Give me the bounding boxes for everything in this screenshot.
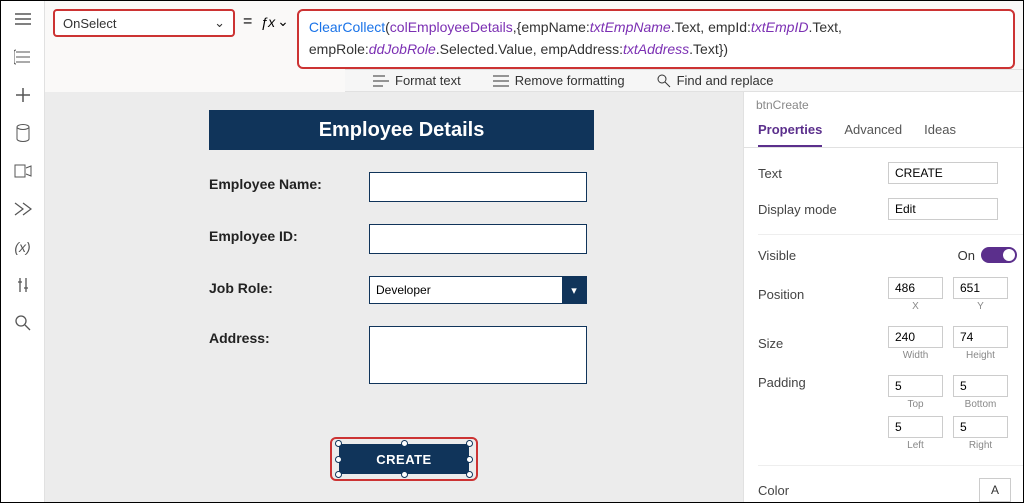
chevron-down-icon: ⌄ — [214, 15, 225, 31]
prop-display-mode: Display mode — [758, 198, 1023, 220]
formula-bar-row: OnSelect ⌄ = ƒx⌄ ClearCollect(colEmploye… — [45, 1, 1023, 69]
padding-left-input[interactable] — [888, 416, 943, 438]
power-automate-icon[interactable] — [13, 199, 33, 219]
formula-collection: colEmployeeDetails — [390, 19, 513, 35]
tools-icon[interactable] — [13, 275, 33, 295]
remove-formatting-button[interactable]: Remove formatting — [493, 73, 625, 88]
formula-input[interactable]: ClearCollect(colEmployeeDetails,{empName… — [297, 9, 1015, 69]
chevron-down-icon: ▾ — [562, 277, 586, 303]
padding-bottom-input[interactable] — [953, 375, 1008, 397]
prop-padding: Padding Top Bottom Left Right — [758, 375, 1023, 451]
visible-toggle[interactable] — [981, 247, 1017, 263]
tree-view-icon[interactable] — [13, 47, 33, 67]
row-id: Employee ID: — [209, 224, 604, 254]
resize-handle[interactable] — [466, 471, 473, 478]
color-picker[interactable]: A — [979, 478, 1011, 502]
tab-properties[interactable]: Properties — [758, 122, 822, 147]
select-job-role-value: Developer — [376, 283, 431, 297]
insert-icon[interactable] — [13, 85, 33, 105]
position-y-input[interactable] — [953, 277, 1008, 299]
equals-sign: = — [243, 9, 252, 31]
prop-size: Size Width Height — [758, 326, 1023, 361]
input-employee-id[interactable] — [369, 224, 587, 254]
prop-visible: Visible On — [758, 234, 1023, 263]
data-icon[interactable] — [13, 123, 33, 143]
label-role: Job Role: — [209, 276, 369, 296]
row-name: Employee Name: — [209, 172, 604, 202]
form-title: Employee Details — [209, 110, 594, 150]
tab-advanced[interactable]: Advanced — [844, 122, 902, 147]
prop-color: Color A — [758, 465, 1023, 502]
menu-icon[interactable] — [13, 9, 33, 29]
property-tabs: Properties Advanced Ideas — [744, 112, 1023, 148]
selected-control-name: btnCreate — [744, 92, 1023, 112]
input-address[interactable] — [369, 326, 587, 384]
property-list: Text Display mode Visible On — [744, 148, 1023, 502]
resize-handle[interactable] — [335, 471, 342, 478]
visible-value: On — [958, 248, 975, 263]
resize-handle[interactable] — [466, 456, 473, 463]
prop-position: Position X Y — [758, 277, 1023, 312]
fx-label[interactable]: ƒx⌄ — [260, 9, 289, 30]
row-address: Address: — [209, 326, 604, 384]
formula-function: ClearCollect — [309, 19, 385, 35]
resize-handle[interactable] — [335, 456, 342, 463]
variables-icon[interactable]: (x) — [13, 237, 33, 257]
left-rail: (x) — [1, 1, 45, 502]
property-selector-value: OnSelect — [63, 16, 116, 31]
padding-right-input[interactable] — [953, 416, 1008, 438]
select-job-role[interactable]: Developer ▾ — [369, 276, 587, 304]
tab-ideas[interactable]: Ideas — [924, 122, 956, 147]
format-text-button[interactable]: Format text — [373, 73, 461, 88]
main-area: OnSelect ⌄ = ƒx⌄ ClearCollect(colEmploye… — [45, 1, 1023, 502]
properties-panel: btnCreate Properties Advanced Ideas Text… — [743, 92, 1023, 502]
property-selector[interactable]: OnSelect ⌄ — [53, 9, 235, 37]
app-root: (x) OnSelect ⌄ = ƒx⌄ ClearCollect(colEmp… — [1, 1, 1023, 502]
prop-displaymode-input[interactable] — [888, 198, 998, 220]
row-role: Job Role: Developer ▾ — [209, 276, 604, 304]
work-area: Employee Details Employee Name: Employee… — [45, 92, 1023, 502]
prop-text-input[interactable] — [888, 162, 998, 184]
resize-handle[interactable] — [401, 471, 408, 478]
resize-handle[interactable] — [335, 440, 342, 447]
position-x-input[interactable] — [888, 277, 943, 299]
media-icon[interactable] — [13, 161, 33, 181]
resize-handle[interactable] — [401, 440, 408, 447]
search-icon[interactable] — [13, 313, 33, 333]
input-employee-name[interactable] — [369, 172, 587, 202]
find-icon — [657, 74, 671, 88]
size-w-input[interactable] — [888, 326, 943, 348]
label-id: Employee ID: — [209, 224, 369, 244]
format-text-icon — [373, 74, 389, 88]
prop-text: Text — [758, 162, 1023, 184]
size-h-input[interactable] — [953, 326, 1008, 348]
find-replace-button[interactable]: Find and replace — [657, 73, 774, 88]
label-name: Employee Name: — [209, 172, 369, 192]
format-bar: Format text Remove formatting Find and r… — [345, 69, 1023, 92]
form: Employee Name: Employee ID: Job Role: De… — [209, 172, 604, 384]
label-address: Address: — [209, 326, 369, 346]
resize-handle[interactable] — [466, 440, 473, 447]
remove-formatting-icon — [493, 74, 509, 88]
padding-top-input[interactable] — [888, 375, 943, 397]
create-button-selection: CREATE — [330, 437, 478, 481]
create-button[interactable]: CREATE — [339, 444, 469, 474]
canvas[interactable]: Employee Details Employee Name: Employee… — [45, 92, 743, 502]
